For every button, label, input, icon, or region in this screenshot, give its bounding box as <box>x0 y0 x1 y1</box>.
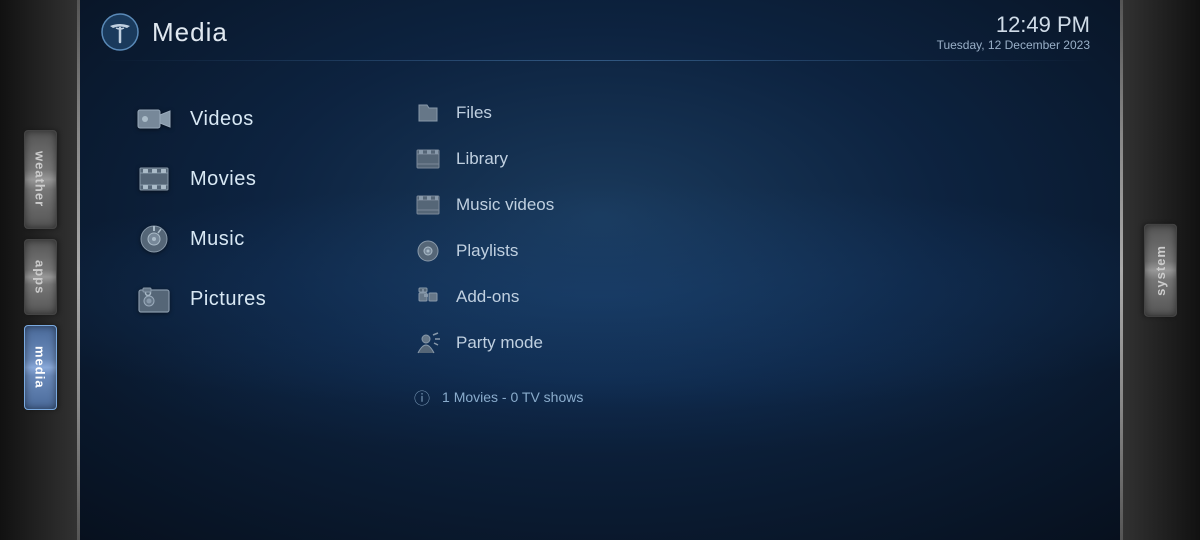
submenu-item-library[interactable]: Library <box>400 137 620 181</box>
movies-icon <box>136 161 172 197</box>
submenu-item-playlists[interactable]: Playlists <box>400 229 620 273</box>
tab-media[interactable]: media <box>24 325 57 410</box>
content-area: Videos Movies <box>80 71 1120 429</box>
page-title: Media <box>152 17 228 48</box>
menu-item-movies[interactable]: Movies <box>120 151 340 207</box>
submenu-label-files: Files <box>456 103 492 123</box>
party-mode-icon <box>414 329 442 357</box>
tab-system[interactable]: system <box>1144 224 1177 317</box>
pictures-icon <box>136 281 172 317</box>
submenu-item-addons[interactable]: Add-ons <box>400 275 620 319</box>
menu-label-music: Music <box>190 228 245 251</box>
left-side-panel: weather apps media <box>0 0 80 540</box>
menu-item-pictures[interactable]: Pictures <box>120 271 340 327</box>
menu-item-videos[interactable]: Videos <box>120 91 340 147</box>
music-icon <box>136 221 172 257</box>
header-divider <box>100 60 1100 61</box>
main-content: Media 12:49 PM Tuesday, 12 December 2023… <box>80 0 1120 540</box>
header: Media 12:49 PM Tuesday, 12 December 2023 <box>80 0 1120 60</box>
tesla-logo-icon <box>100 12 140 52</box>
submenu-label-party-mode: Party mode <box>456 333 543 353</box>
info-icon: ⓘ <box>414 385 430 409</box>
submenu-item-music-videos[interactable]: Music videos <box>400 183 620 227</box>
submenu-label-library: Library <box>456 149 508 169</box>
videos-icon <box>136 101 172 137</box>
clock-time: 12:49 PM <box>937 12 1090 38</box>
clock-date: Tuesday, 12 December 2023 <box>937 38 1090 52</box>
info-bar: ⓘ 1 Movies - 0 TV shows <box>400 375 620 419</box>
music-videos-icon <box>414 191 442 219</box>
submenu-item-files[interactable]: Files <box>400 91 620 135</box>
addons-icon <box>414 283 442 311</box>
tab-weather[interactable]: weather <box>24 130 57 228</box>
playlists-icon <box>414 237 442 265</box>
menu-label-videos: Videos <box>190 108 254 131</box>
tab-apps[interactable]: apps <box>24 239 57 315</box>
submenu-label-music-videos: Music videos <box>456 195 554 215</box>
menu-label-pictures: Pictures <box>190 288 266 311</box>
submenu: Files Library <box>400 91 620 419</box>
menu-item-music[interactable]: Music <box>120 211 340 267</box>
submenu-item-party-mode[interactable]: Party mode <box>400 321 620 365</box>
main-menu: Videos Movies <box>120 91 340 419</box>
menu-label-movies: Movies <box>190 168 256 191</box>
info-text: 1 Movies - 0 TV shows <box>442 389 583 405</box>
library-icon <box>414 145 442 173</box>
submenu-label-playlists: Playlists <box>456 241 518 261</box>
files-icon <box>414 99 442 127</box>
header-left: Media <box>100 12 228 52</box>
submenu-label-addons: Add-ons <box>456 287 519 307</box>
right-side-panel: system <box>1120 0 1200 540</box>
clock-area: 12:49 PM Tuesday, 12 December 2023 <box>937 12 1090 52</box>
